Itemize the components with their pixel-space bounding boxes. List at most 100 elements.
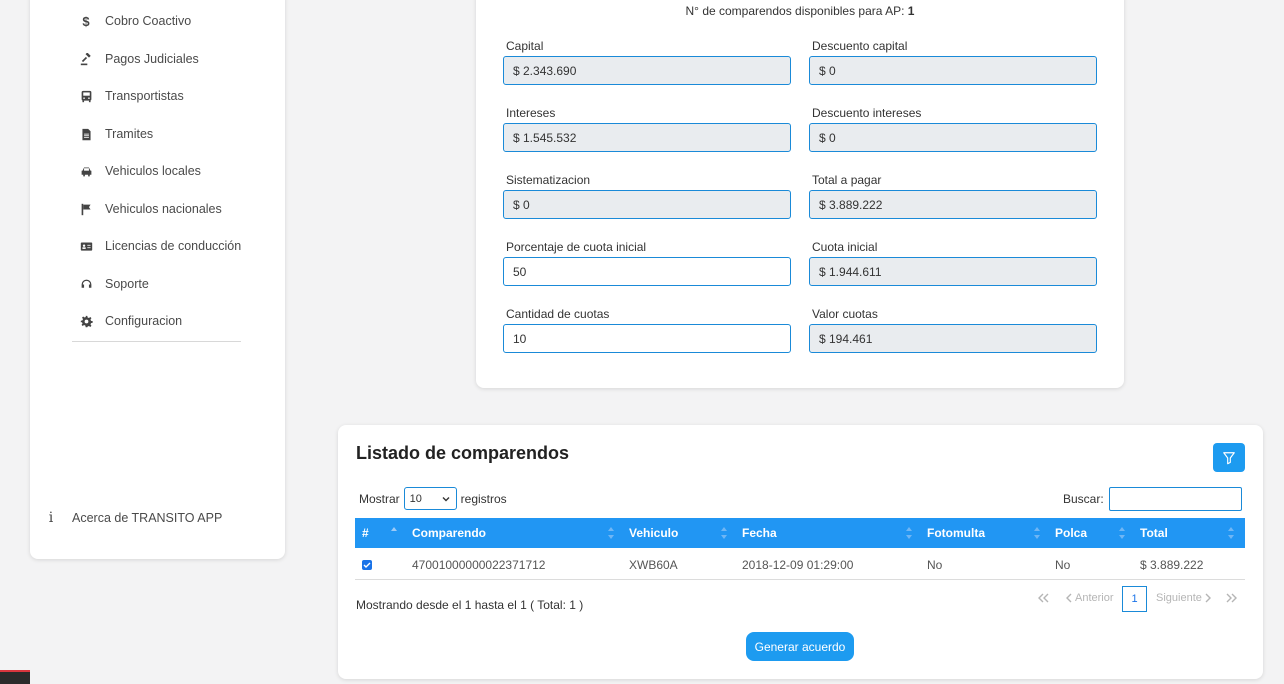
about-label: Acerca de TRANSITO APP	[72, 511, 223, 525]
sidebar-item-label: Transportistas	[105, 89, 184, 103]
sidebar-item-licencias[interactable]: Licencias de conducción	[78, 235, 241, 257]
table-info: Mostrando desde el 1 hasta el 1 ( Total:…	[356, 598, 584, 612]
chevron-left-icon	[1066, 593, 1072, 603]
sidebar-item-label: Soporte	[105, 277, 149, 291]
sidebar-item-label: Tramites	[105, 127, 154, 141]
check-icon	[363, 562, 371, 568]
cell-total: $ 3.889.222	[1140, 557, 1204, 572]
total-pagar-field[interactable]: $ 3.889.222	[809, 190, 1097, 219]
gear-icon	[78, 313, 94, 329]
about-link[interactable]: i Acerca de TRANSITO APP	[44, 510, 223, 526]
next-page-button[interactable]: Siguiente	[1156, 585, 1211, 611]
col-header-fotomulta[interactable]: Fotomulta	[927, 518, 985, 548]
sidebar-item-configuracion[interactable]: Configuracion	[78, 310, 182, 332]
search-control: Buscar:	[1063, 487, 1242, 511]
dollar-icon: $	[82, 13, 90, 29]
sort-asc-icon	[390, 526, 398, 540]
col-header-comparendo[interactable]: Comparendo	[412, 518, 486, 548]
col-header-index[interactable]: #	[362, 518, 369, 548]
col-header-vehiculo[interactable]: Vehiculo	[629, 518, 678, 548]
page-size-control: Mostrar 10 registros	[359, 487, 507, 510]
taskbar-corner	[0, 670, 30, 684]
sidebar-item-label: Vehiculos locales	[105, 164, 201, 178]
page-size-select[interactable]: 10	[403, 487, 457, 510]
cantidad-cuotas-input[interactable]: 10	[503, 324, 791, 353]
descuento-intereses-field[interactable]: $ 0	[809, 123, 1097, 152]
col-header-fecha[interactable]: Fecha	[742, 518, 777, 548]
sort-icon	[1033, 526, 1041, 540]
sidebar-item-tramites[interactable]: Tramites	[78, 123, 153, 145]
filter-icon	[1223, 451, 1235, 464]
sort-icon	[1227, 526, 1235, 540]
valor-cuotas-label: Valor cuotas	[812, 307, 878, 321]
gavel-icon	[78, 51, 94, 67]
search-input[interactable]	[1108, 487, 1242, 511]
generar-acuerdo-button[interactable]: Generar acuerdo	[746, 632, 854, 661]
sidebar-item-cobro-coactivo[interactable]: $ Cobro Coactivo	[78, 10, 191, 32]
sidebar-item-label: Pagos Judiciales	[105, 52, 199, 66]
capital-label: Capital	[506, 39, 544, 53]
show-label: Mostrar	[359, 491, 400, 506]
chevron-down-icon	[442, 496, 450, 501]
sidebar-item-vehiculos-locales[interactable]: Vehiculos locales	[78, 160, 201, 182]
page-size-value: 10	[409, 492, 422, 505]
sort-icon	[905, 526, 913, 540]
sort-icon	[720, 526, 728, 540]
sidebar: $ Cobro Coactivo Pagos Judiciales Transp…	[30, 0, 285, 559]
first-page-button[interactable]	[1038, 585, 1050, 611]
bus-icon	[78, 88, 94, 104]
table-header: # Comparendo Vehiculo Fecha Fotomulta Po…	[355, 518, 1245, 548]
next-label: Siguiente	[1156, 592, 1202, 604]
id-card-icon	[78, 238, 94, 254]
sidebar-item-label: Vehiculos nacionales	[105, 202, 222, 216]
row-select-cell	[362, 549, 372, 580]
double-chevron-left-icon	[1038, 593, 1049, 603]
total-pagar-label: Total a pagar	[812, 173, 882, 187]
search-label: Buscar:	[1063, 492, 1104, 506]
col-header-total[interactable]: Total	[1140, 518, 1168, 548]
porcentaje-cuota-label: Porcentaje de cuota inicial	[506, 240, 647, 254]
last-page-button[interactable]	[1226, 585, 1238, 611]
file-icon	[78, 126, 94, 142]
col-header-polca[interactable]: Polca	[1055, 518, 1087, 548]
previous-page-button[interactable]: Anterior	[1066, 585, 1114, 611]
sidebar-item-vehiculos-nacionales[interactable]: Vehiculos nacionales	[78, 198, 222, 220]
available-count: 1	[907, 4, 915, 18]
page-1-button[interactable]: 1	[1122, 586, 1147, 612]
filter-button[interactable]	[1213, 443, 1245, 472]
sistematizacion-field[interactable]: $ 0	[503, 190, 791, 219]
sidebar-item-label: Licencias de conducción	[105, 239, 242, 253]
valor-cuotas-field[interactable]: $ 194.461	[809, 324, 1097, 353]
sistematizacion-label: Sistematizacion	[506, 173, 591, 187]
sidebar-divider	[72, 341, 241, 342]
row-checkbox[interactable]	[362, 559, 372, 570]
sidebar-item-soporte[interactable]: Soporte	[78, 273, 149, 295]
cell-fecha: 2018-12-09 01:29:00	[742, 557, 854, 572]
summary-card: N° de comparendos disponibles para AP: 1…	[476, 0, 1124, 388]
sort-icon	[607, 526, 615, 540]
descuento-capital-field[interactable]: $ 0	[809, 56, 1097, 85]
intereses-label: Intereses	[506, 106, 556, 120]
cuota-inicial-field[interactable]: $ 1.944.611	[809, 257, 1097, 286]
porcentaje-cuota-input[interactable]: 50	[503, 257, 791, 286]
available-count-text: N° de comparendos disponibles para AP: 1	[685, 4, 915, 18]
capital-field[interactable]: $ 2.343.690	[503, 56, 791, 85]
sort-icon	[1118, 526, 1126, 540]
table-row: 47001000000022371712 XWB60A 2018-12-09 0…	[355, 549, 1245, 580]
sidebar-item-transportistas[interactable]: Transportistas	[78, 85, 184, 107]
headset-icon	[78, 276, 94, 292]
car-icon	[78, 163, 94, 179]
flag-icon	[78, 201, 94, 217]
descuento-intereses-label: Descuento intereses	[812, 106, 922, 120]
cantidad-cuotas-label: Cantidad de cuotas	[506, 307, 610, 321]
listado-card: Listado de comparendos Mostrar 10 regist…	[338, 425, 1263, 679]
cell-vehiculo: XWB60A	[629, 557, 678, 572]
descuento-capital-label: Descuento capital	[812, 39, 908, 53]
sidebar-item-pagos-judiciales[interactable]: Pagos Judiciales	[78, 48, 199, 70]
sidebar-item-label: Configuracion	[105, 314, 183, 328]
intereses-field[interactable]: $ 1.545.532	[503, 123, 791, 152]
records-label: registros	[460, 491, 507, 506]
info-icon: i	[48, 510, 54, 526]
cuota-inicial-label: Cuota inicial	[812, 240, 878, 254]
previous-label: Anterior	[1075, 592, 1114, 604]
